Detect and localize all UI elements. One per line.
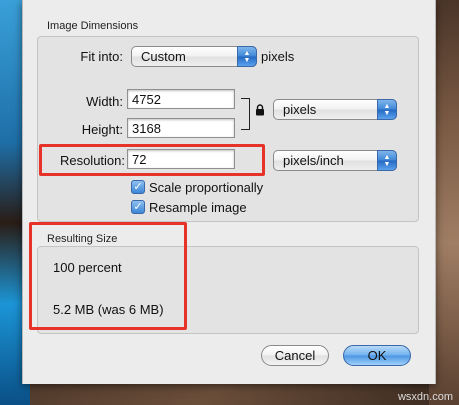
size-unit-value: pixels <box>283 102 317 117</box>
cancel-button[interactable]: Cancel <box>261 345 329 366</box>
popup-arrows-icon: ▲ ▼ <box>377 150 397 171</box>
resolution-unit-popup[interactable]: pixels/inch ▲ ▼ <box>273 150 397 171</box>
fit-into-label: Fit into: <box>80 49 123 64</box>
image-dimensions-title: Image Dimensions <box>47 20 139 32</box>
size-unit-popup[interactable]: pixels ▲ ▼ <box>273 99 397 120</box>
resolution-field[interactable]: 72 <box>127 149 235 169</box>
watermark: wsxdn.com <box>397 391 453 403</box>
fit-into-value: Custom <box>141 49 186 64</box>
lock-icon[interactable] <box>255 104 265 116</box>
resample-image-checkbox[interactable]: ✓ <box>131 200 145 214</box>
scale-proportionally-label: Scale proportionally <box>149 180 264 195</box>
width-field[interactable]: 4752 <box>127 89 235 109</box>
resample-image-label: Resample image <box>149 200 247 215</box>
resolution-label: Resolution: <box>59 153 125 168</box>
ok-button[interactable]: OK <box>343 345 411 366</box>
scale-proportionally-checkbox[interactable]: ✓ <box>131 180 145 194</box>
width-label: Width: <box>86 94 123 109</box>
popup-arrows-icon: ▲ ▼ <box>237 46 257 67</box>
resulting-file-size: 5.2 MB (was 6 MB) <box>53 302 164 317</box>
resolution-unit-value: pixels/inch <box>283 153 344 168</box>
resulting-size-title: Resulting Size <box>47 233 118 245</box>
proportion-bracket <box>241 98 250 130</box>
height-field[interactable]: 3168 <box>127 118 235 138</box>
popup-arrows-icon: ▲ ▼ <box>377 99 397 120</box>
resulting-percent: 100 percent <box>53 260 122 275</box>
fit-into-popup[interactable]: Custom ▲ ▼ <box>131 46 257 67</box>
height-label: Height: <box>81 122 123 137</box>
adjust-size-dialog: Image Dimensions Fit into: Custom ▲ ▼ pix… <box>22 0 436 384</box>
fit-into-unit: pixels <box>261 49 295 64</box>
